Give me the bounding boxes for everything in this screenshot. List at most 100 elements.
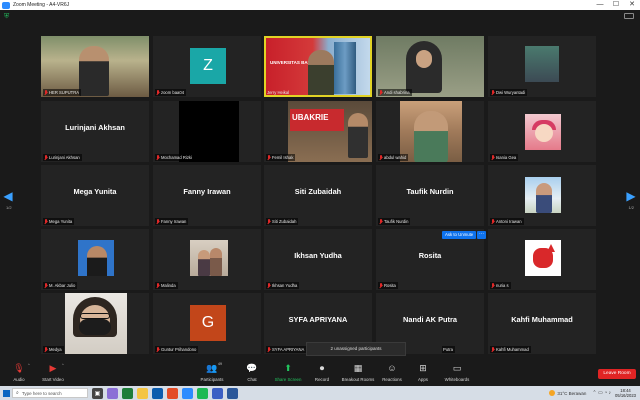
page-indicator-right: 1/2 <box>628 205 634 210</box>
participant-name: Ikhsan Yudha <box>272 283 298 288</box>
muted-mic-icon <box>267 347 270 352</box>
store-icon[interactable] <box>152 387 163 399</box>
participant-name: Siti Zubaidah <box>272 219 297 224</box>
video-tile[interactable]: HER SUPUTRA <box>41 36 149 97</box>
video-tile[interactable]: Siti Zubaidah Siti Zubaidah <box>264 165 372 226</box>
muted-mic-icon <box>267 283 270 288</box>
video-off-icon: ▶ <box>49 363 57 373</box>
participant-label: abdul wahid <box>378 154 409 161</box>
next-page-arrow-icon[interactable]: ▶ <box>626 189 636 203</box>
apps-button[interactable]: ⊞ Apps <box>416 362 430 384</box>
participant-name: Dwi Wuryantadi <box>496 90 526 95</box>
search-icon: ⌕ <box>16 390 19 396</box>
app-icon[interactable] <box>212 387 223 399</box>
view-layout-icon[interactable] <box>624 13 634 19</box>
participant-name: Malinda <box>161 283 176 288</box>
breakout-rooms-button[interactable]: ▦ Breakout Rooms <box>340 362 376 384</box>
video-tile-active-speaker[interactable]: UNIVERSITAS BAKRIE Jerry Heikal <box>264 36 372 97</box>
muted-mic-icon <box>491 90 494 95</box>
system-tray: 31°C Berawan ⌃ ▭ ◔ ♪ 18:44 05/16/2023 <box>549 386 640 400</box>
weather-text[interactable]: 31°C Berawan <box>557 391 586 396</box>
whiteboards-button[interactable]: ▭ Whiteboards <box>443 362 471 384</box>
record-button[interactable]: ⏺ Record <box>312 362 332 384</box>
reactions-smiley-icon: ☺ <box>387 363 397 373</box>
participant-label: Medya <box>43 346 64 353</box>
file-explorer-icon[interactable] <box>137 387 148 399</box>
participant-video <box>65 293 127 354</box>
previous-page-arrow-icon[interactable]: ◀ <box>3 189 13 203</box>
windows-taskbar: ⌕ Type here to search ▣ 31°C Berawan ⌃ ▭… <box>0 386 640 400</box>
close-button[interactable]: ✕ <box>624 0 640 10</box>
word-icon[interactable] <box>227 387 238 399</box>
chat-button[interactable]: 💬 Chat <box>244 362 260 384</box>
video-tile[interactable]: Kahfi Muhammad Kahfi Muhammad <box>488 293 596 354</box>
video-tile[interactable]: Malinda <box>153 229 261 290</box>
chat-bubble-icon: 💬 <box>246 363 258 373</box>
participant-label: Kahfi Muhammad <box>490 346 531 353</box>
app-icon[interactable] <box>122 387 133 399</box>
participant-label: Isania Gea <box>490 154 519 161</box>
audio-button[interactable]: 🎙 Audio <box>10 362 28 384</box>
tile-more-options-button[interactable]: ··· <box>477 231 486 239</box>
participant-display-name: SYFA APRIYANA <box>288 315 348 324</box>
clock[interactable]: 18:44 05/16/2023 <box>615 388 636 398</box>
video-tile[interactable]: G Guntur Prihandono <box>153 293 261 354</box>
participant-photo <box>525 46 559 82</box>
participants-button[interactable]: 👥 49 Participants <box>198 362 226 384</box>
participant-name: Mega Yunita <box>49 219 73 224</box>
app-icon[interactable] <box>197 387 208 399</box>
participant-display-name: Fanny Irawan <box>183 187 231 196</box>
ask-to-unmute-button[interactable]: Ask to Unmute <box>442 231 477 239</box>
tray-icons[interactable]: ⌃ ▭ ◔ ♪ <box>592 390 611 396</box>
video-tile[interactable]: Lurinjani Akhsan Lurinjani Akhsan <box>41 101 149 162</box>
minimize-button[interactable]: — <box>592 0 608 10</box>
start-button[interactable] <box>0 386 12 400</box>
participant-name: Fanny Irawan <box>161 219 187 224</box>
muted-mic-icon <box>156 155 159 160</box>
video-tile[interactable]: Antoni Irawan <box>488 165 596 226</box>
video-tile[interactable]: Fanny Irawan Fanny Irawan <box>153 165 261 226</box>
leave-room-button[interactable]: Leave Room <box>598 369 636 379</box>
video-tile[interactable]: Mega Yunita Mega Yunita <box>41 165 149 226</box>
video-tile[interactable]: abdul wahid <box>376 101 484 162</box>
participant-label: Rosita <box>378 282 398 289</box>
video-tile[interactable]: Dwi Wuryantadi <box>488 36 596 97</box>
share-screen-icon: ⬆ <box>284 363 292 373</box>
video-options-caret-icon[interactable]: ^ <box>62 363 64 367</box>
participant-name: Medya <box>49 347 62 352</box>
whiteboards-label: Whiteboards <box>444 377 470 382</box>
participant-name: Taufik Nurdin <box>384 219 409 224</box>
start-video-label: Start Video <box>42 377 64 382</box>
unassigned-participants-popup[interactable]: 2 unassigned participants <box>306 342 406 356</box>
video-tile[interactable]: Mochamad Rizki <box>153 101 261 162</box>
taskbar-search-box[interactable]: ⌕ Type here to search <box>12 388 88 398</box>
muted-mic-icon <box>491 347 494 352</box>
video-tile[interactable]: Z zoom baa04 <box>153 36 261 97</box>
maximize-button[interactable]: ☐ <box>608 0 624 10</box>
muted-mic-icon <box>379 283 382 288</box>
zoom-taskbar-icon[interactable] <box>182 387 193 399</box>
participants-icon: 👥 <box>206 363 218 373</box>
participant-name: HER SUPUTRA <box>49 90 80 95</box>
video-tile[interactable]: nuria s <box>488 229 596 290</box>
video-tile[interactable]: UBAKRIE Femil Ishak <box>264 101 372 162</box>
video-tile[interactable]: Taufik Nurdin Taufik Nurdin <box>376 165 484 226</box>
share-screen-button[interactable]: ⬆ Share Screen <box>274 362 302 384</box>
video-tile[interactable]: Isania Gea <box>488 101 596 162</box>
breakout-rooms-label: Breakout Rooms <box>341 377 375 382</box>
video-tile[interactable]: M. Akbar Julio <box>41 229 149 290</box>
window-title: Zoom Meeting - A4-VR6J <box>13 2 70 8</box>
participant-display-name: Rosita <box>418 251 442 260</box>
video-tile[interactable]: Medya <box>41 293 149 354</box>
audio-options-caret-icon[interactable]: ^ <box>28 363 30 367</box>
participants-count: 49 <box>218 362 222 366</box>
chrome-icon[interactable] <box>167 387 178 399</box>
task-view-icon[interactable]: ▣ <box>92 387 103 399</box>
participant-display-name: Mega Yunita <box>73 187 117 196</box>
security-shield-icon[interactable]: ⛨ <box>4 13 10 20</box>
video-tile[interactable]: Andi shabrina <box>376 36 484 97</box>
reactions-button[interactable]: ☺ Reactions <box>380 362 404 384</box>
video-tile[interactable]: Ikhsan Yudha Ikhsan Yudha <box>264 229 372 290</box>
participant-label: Dwi Wuryantadi <box>490 89 528 96</box>
app-icon[interactable] <box>107 387 118 399</box>
